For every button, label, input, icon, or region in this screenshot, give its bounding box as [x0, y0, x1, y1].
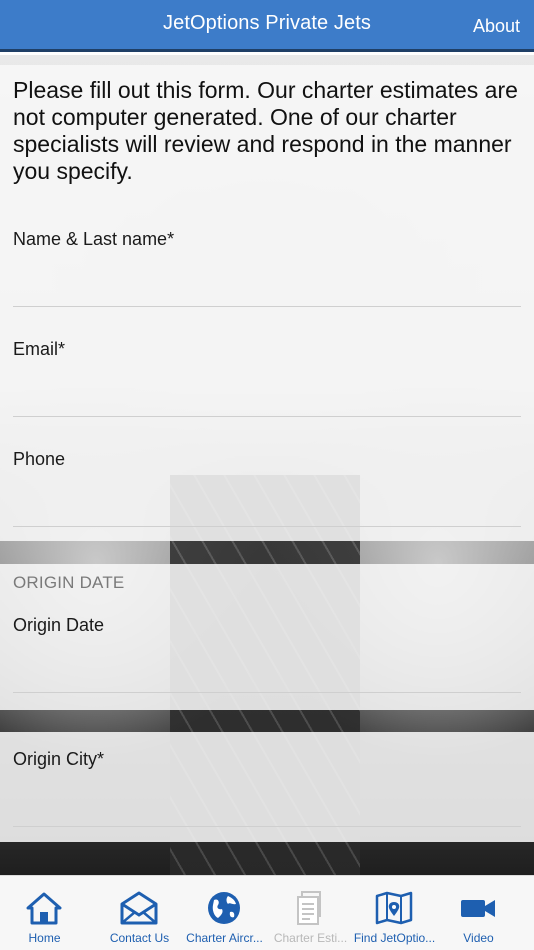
bottom-tab-bar: Home Contact Us Charter Aircr... Charter…: [0, 875, 534, 950]
about-button[interactable]: About: [473, 16, 520, 37]
tab-video-label: Video: [463, 931, 494, 945]
origin-date-field-label: Origin Date: [13, 615, 105, 635]
tab-find-jetoptions-label: Find JetOptio...: [353, 931, 436, 945]
tab-find-jetoptions[interactable]: Find JetOptio...: [350, 876, 439, 950]
email-input[interactable]: [13, 379, 521, 417]
globe-icon: [208, 892, 240, 924]
origin-city-input[interactable]: [13, 789, 521, 827]
tab-contact-us-label: Contact Us: [109, 931, 170, 945]
tab-home-label: Home: [28, 931, 61, 945]
app-title: JetOptions Private Jets: [163, 12, 371, 34]
form-intro-text: Please fill out this form. Our charter e…: [13, 77, 518, 184]
tab-charter-aircraft[interactable]: Charter Aircr...: [180, 876, 269, 950]
name-field-label: Name & Last name*: [13, 229, 175, 249]
envelope-icon: [120, 891, 158, 925]
tab-home[interactable]: Home: [0, 876, 89, 950]
home-icon: [26, 892, 62, 925]
map-pin-icon: [375, 891, 413, 925]
app-header: JetOptions Private Jets About: [0, 0, 534, 52]
origin-date-input[interactable]: [13, 655, 521, 693]
tab-video[interactable]: Video: [434, 876, 523, 950]
document-icon: [297, 891, 321, 925]
video-camera-icon: [461, 900, 495, 917]
email-field-label: Email*: [13, 339, 66, 359]
phone-input[interactable]: [13, 489, 521, 527]
name-input[interactable]: [13, 269, 521, 307]
tab-contact-us[interactable]: Contact Us: [95, 876, 184, 950]
tab-charter-estimate-label: Charter Esti...: [273, 931, 348, 945]
tab-charter-estimate[interactable]: Charter Esti...: [266, 876, 355, 950]
phone-field-label: Phone: [13, 449, 66, 469]
origin-city-field-label: Origin City*: [13, 749, 105, 769]
tab-charter-aircraft-label: Charter Aircr...: [186, 931, 263, 945]
origin-date-section-header: ORIGIN DATE: [13, 573, 125, 592]
